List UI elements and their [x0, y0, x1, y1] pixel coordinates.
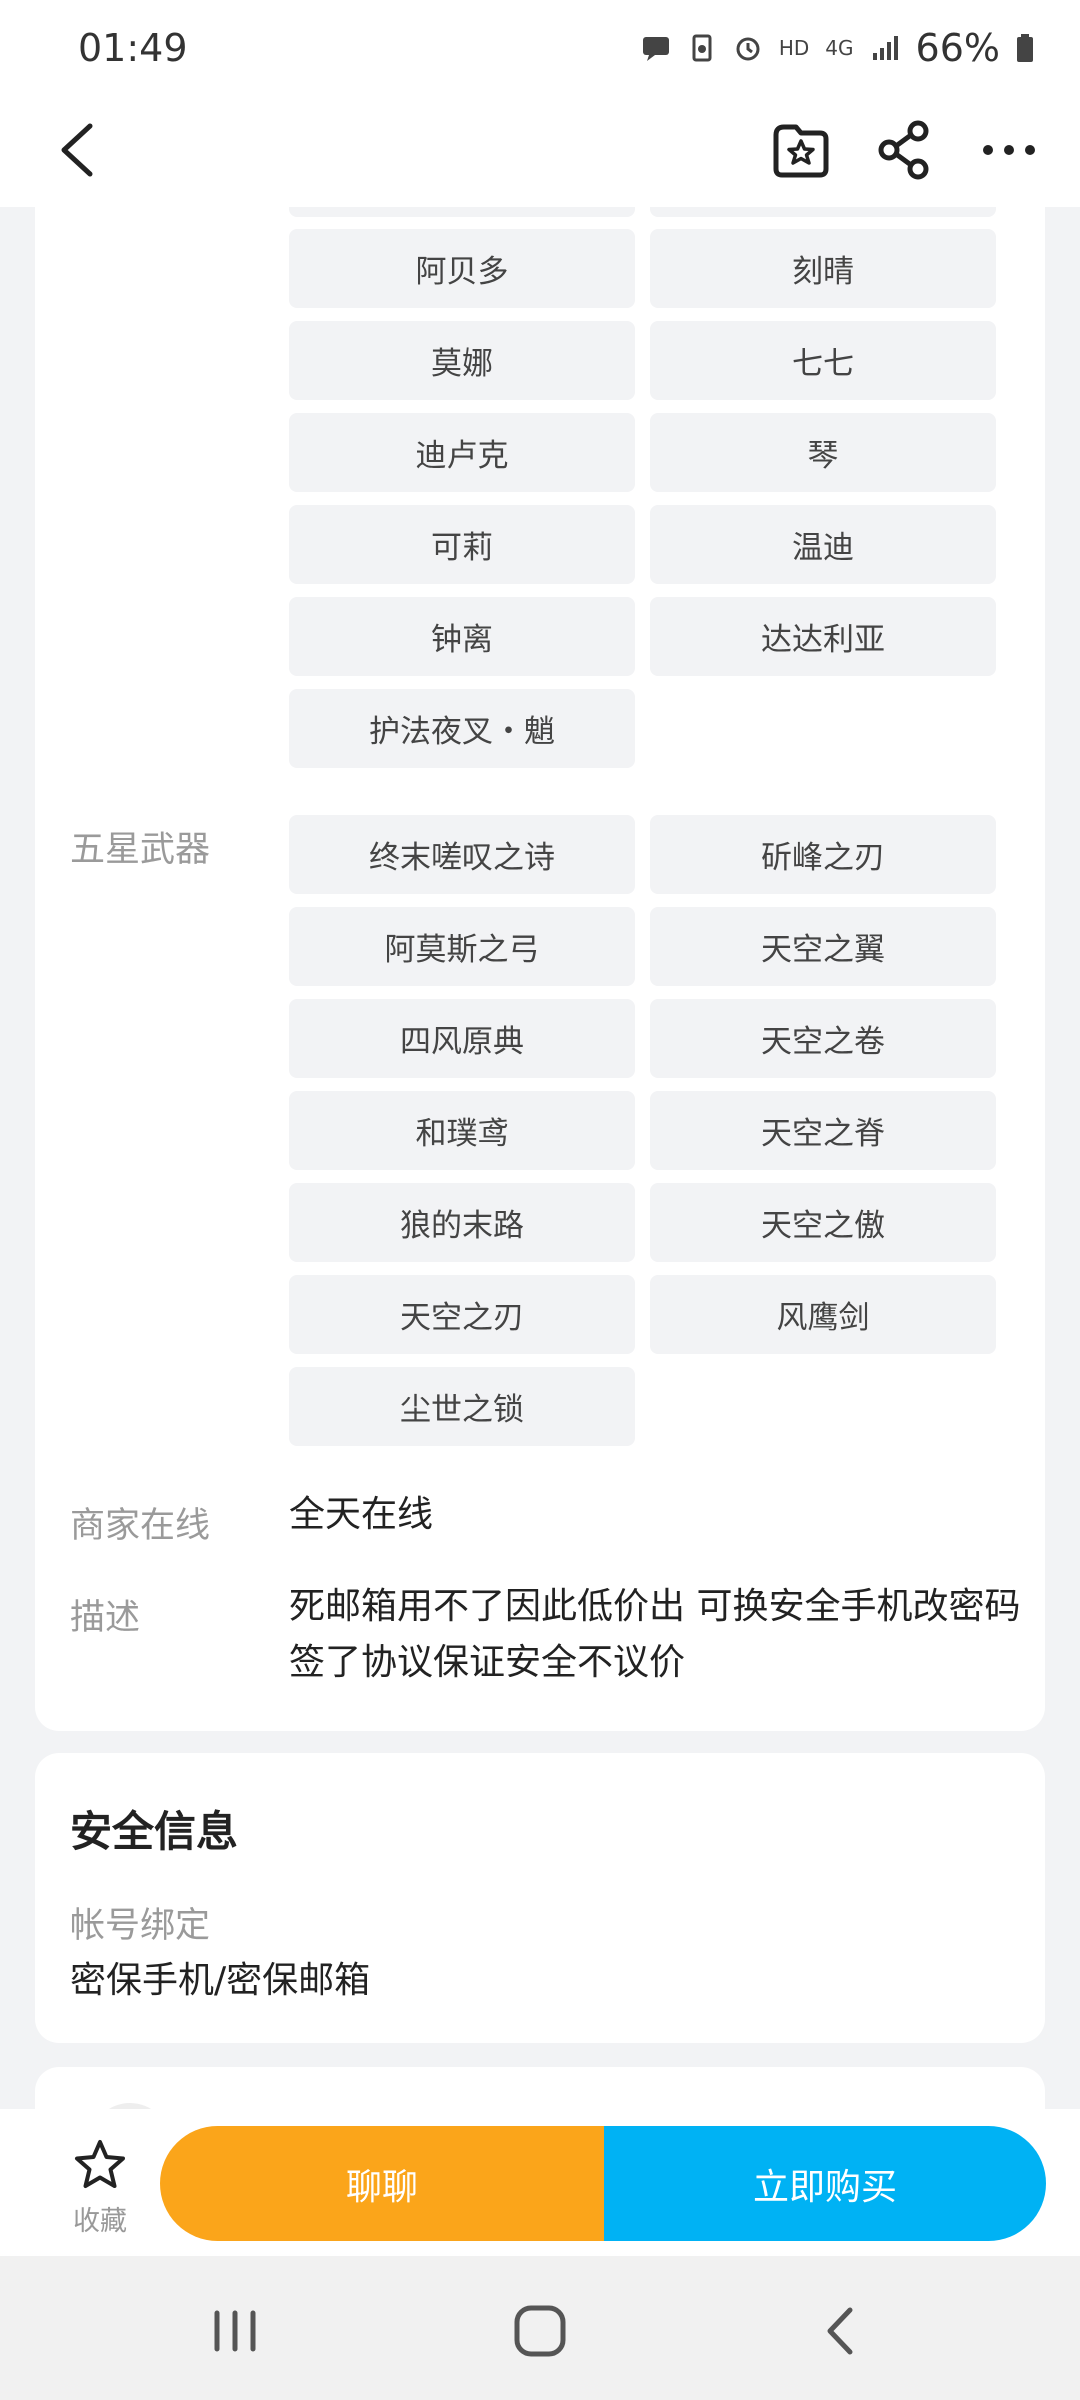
- status-icons: HD 4G 66%: [641, 26, 1034, 70]
- top-navigation: [0, 95, 1080, 207]
- system-back-icon[interactable]: [806, 2296, 876, 2366]
- favorite-button[interactable]: 收藏: [55, 2137, 145, 2238]
- character-tag-partial: [650, 207, 996, 217]
- share-icon[interactable]: [872, 117, 938, 183]
- battery-percent: 66%: [915, 25, 1000, 70]
- chat-button[interactable]: 聊聊: [160, 2126, 604, 2241]
- weapons-label: 五星武器: [70, 830, 211, 870]
- account-binding-value: 密保手机/密保邮箱: [70, 1960, 371, 2001]
- recycle-icon: [692, 34, 712, 61]
- account-binding-label: 帐号绑定: [70, 1906, 211, 1946]
- back-arrow-icon[interactable]: [50, 120, 110, 180]
- character-tag: 阿贝多: [289, 229, 635, 308]
- character-tag: 可莉: [289, 505, 635, 584]
- character-tag: 迪卢克: [289, 413, 635, 492]
- battery-icon: [1017, 33, 1033, 62]
- weapon-tag: 狼的末路: [289, 1183, 635, 1262]
- character-tag: 钟离: [289, 597, 635, 676]
- description-label: 描述: [70, 1598, 141, 1638]
- merchant-online-label: 商家在线: [70, 1506, 211, 1546]
- star-folder-icon[interactable]: [768, 117, 834, 183]
- character-tag: 护法夜叉・魈: [289, 689, 635, 768]
- status-bar: 01:49 HD 4G 66%: [0, 0, 1080, 95]
- content-area[interactable]: 阿贝多 刻晴 莫娜 七七 迪卢克 琴 可莉 温迪 钟离 达达利亚 护法夜叉・魈 …: [0, 207, 1080, 2109]
- weapon-tag: 天空之傲: [650, 1183, 996, 1262]
- weapon-tag: 天空之刃: [289, 1275, 635, 1354]
- weapon-tag: 尘世之锁: [289, 1367, 635, 1446]
- character-tag: 温迪: [650, 505, 996, 584]
- merchant-online-value: 全天在线: [289, 1494, 434, 1535]
- message-icon: [642, 36, 669, 61]
- recent-apps-icon[interactable]: [200, 2296, 270, 2366]
- weapon-tag: 天空之脊: [650, 1091, 996, 1170]
- character-tag: 刻晴: [650, 229, 996, 308]
- status-time: 01:49: [78, 25, 188, 70]
- character-tag-partial: [289, 207, 635, 217]
- weapon-tag: 四风原典: [289, 999, 635, 1078]
- security-info-card: 安全信息 帐号绑定 密保手机/密保邮箱: [35, 1753, 1045, 2043]
- account-details-card: 阿贝多 刻晴 莫娜 七七 迪卢克 琴 可莉 温迪 钟离 达达利亚 护法夜叉・魈 …: [35, 207, 1045, 1731]
- bottom-action-bar: 收藏 聊聊 立即购买: [0, 2109, 1080, 2256]
- system-navigation-bar: [0, 2256, 1080, 2400]
- hd-indicator: HD: [778, 35, 810, 60]
- weapon-tag: 天空之翼: [650, 907, 996, 986]
- weapon-tag: 天空之卷: [650, 999, 996, 1078]
- security-title: 安全信息: [70, 1807, 239, 1856]
- alarm-icon: [736, 37, 760, 60]
- home-icon[interactable]: [505, 2296, 575, 2366]
- weapon-tag: 和璞鸢: [289, 1091, 635, 1170]
- network-type: 4G: [825, 35, 854, 60]
- character-tag: 琴: [650, 413, 996, 492]
- next-card: [35, 2067, 1045, 2109]
- signal-icon: [872, 35, 898, 60]
- weapon-tag: 终末嗟叹之诗: [289, 815, 635, 894]
- more-icon[interactable]: [976, 117, 1042, 183]
- weapon-tag: 斫峰之刃: [650, 815, 996, 894]
- character-tag: 七七: [650, 321, 996, 400]
- weapon-tag: 风鹰剑: [650, 1275, 996, 1354]
- star-icon: [75, 2140, 125, 2188]
- favorite-label: 收藏: [73, 2206, 127, 2237]
- description-value: 死邮箱用不了因此低价出 可换安全手机改密码 签了协议保证安全不议价: [289, 1586, 1021, 1683]
- buy-now-button[interactable]: 立即购买: [604, 2126, 1046, 2241]
- character-tag: 莫娜: [289, 321, 635, 400]
- weapon-tag: 阿莫斯之弓: [289, 907, 635, 986]
- character-tag: 达达利亚: [650, 597, 996, 676]
